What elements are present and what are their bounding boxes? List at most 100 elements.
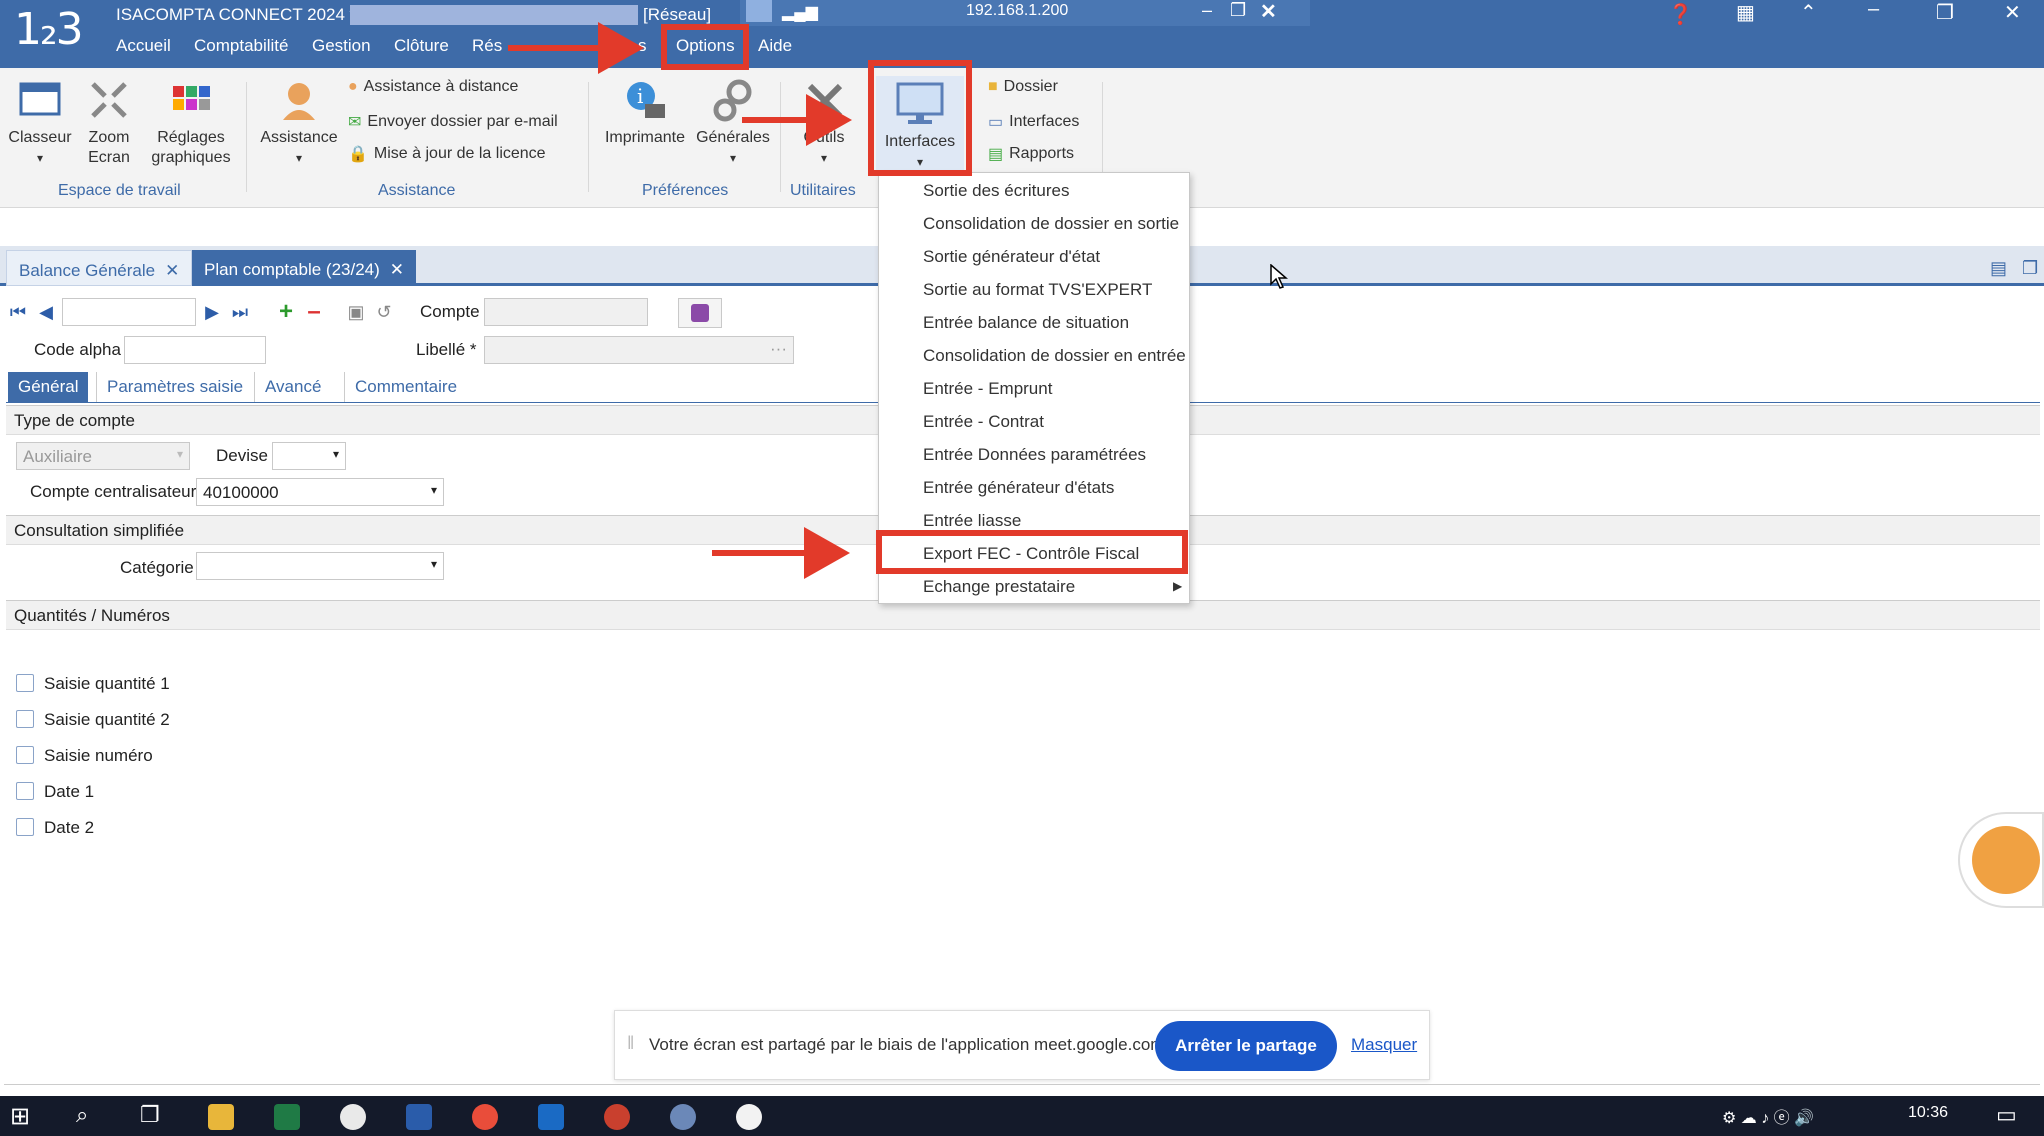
ellipsis-icon[interactable]: ··· xyxy=(770,339,787,359)
group-assistance: Assistance xyxy=(378,182,456,199)
close-remote-icon[interactable]: ✕ xyxy=(1260,0,1277,24)
next-record-button[interactable]: ▶ xyxy=(200,298,224,326)
delete-record-button[interactable]: – xyxy=(302,298,326,326)
mouse-cursor-icon xyxy=(1270,264,1288,289)
imprimante-button[interactable]: i Imprimante xyxy=(600,78,690,148)
menu-item-sortie-ecritures[interactable]: Sortie des écritures xyxy=(923,181,1069,201)
rapports-item[interactable]: ▤ Rapports xyxy=(988,144,1074,164)
tile-icon[interactable]: ▤ xyxy=(1990,258,2007,279)
outlook-icon[interactable] xyxy=(538,1104,564,1130)
checkbox-date-2[interactable] xyxy=(16,818,34,836)
help-icon[interactable]: ❓ xyxy=(1668,2,1693,27)
tab-avance[interactable]: Avancé xyxy=(254,372,331,402)
classeur-button[interactable]: Classeur ▾ xyxy=(6,78,74,168)
restore-icon[interactable]: ❐ xyxy=(1936,0,1954,25)
menu-item-entree-balance[interactable]: Entrée balance de situation xyxy=(923,313,1129,333)
file-explorer-icon[interactable] xyxy=(208,1104,234,1130)
app-icon[interactable] xyxy=(604,1104,630,1130)
menu-item-consolidation-entree[interactable]: Consolidation de dossier en entrée xyxy=(923,346,1186,366)
centralisateur-select[interactable]: 40100000 ▾ xyxy=(196,478,444,506)
cascade-icon[interactable]: ❐ xyxy=(2022,258,2038,279)
dossier-item[interactable]: ■ Dossier xyxy=(988,78,1058,96)
checkbox-saisie-quantite-2[interactable] xyxy=(16,710,34,728)
checkbox-date-1[interactable] xyxy=(16,782,34,800)
undo-icon[interactable]: ↺ xyxy=(372,298,396,326)
system-tray-icons[interactable]: ⚙ ☁ ♪ ⓔ 🔊 xyxy=(1722,1104,1814,1128)
menu-item-sortie-generateur[interactable]: Sortie générateur d'état xyxy=(923,247,1100,267)
minimize-remote-icon[interactable]: – xyxy=(1202,0,1212,21)
close-tab-icon[interactable]: ✕ xyxy=(390,260,404,286)
reglages-graphiques-button[interactable]: Réglages graphiques xyxy=(146,78,236,168)
monitor-small-icon: ▭ xyxy=(988,114,1004,131)
menu-item-entree-generateur[interactable]: Entrée générateur d'états xyxy=(923,478,1114,498)
compte-input[interactable] xyxy=(484,298,648,326)
chevron-down-icon: ▾ xyxy=(332,447,339,461)
menu-item-entree-donnees[interactable]: Entrée Données paramétrées xyxy=(923,445,1146,465)
categorie-select[interactable]: ▾ xyxy=(196,552,444,580)
record-navigator-input[interactable] xyxy=(62,298,196,326)
calculator-icon[interactable]: ▦ xyxy=(1736,0,1755,25)
menu-item-entree-contrat[interactable]: Entrée - Contrat xyxy=(923,412,1044,432)
hide-link[interactable]: Masquer xyxy=(1351,1035,1417,1055)
signal-icon: ▂▄▆ xyxy=(782,4,818,21)
interfaces-small-item[interactable]: ▭ Interfaces xyxy=(988,112,1079,132)
first-record-button[interactable]: ⏮ xyxy=(6,298,30,326)
menu-item-entree-liasse[interactable]: Entrée liasse xyxy=(923,511,1021,531)
menu-aide[interactable]: Aide xyxy=(758,36,792,56)
search-icon[interactable]: ⌕ xyxy=(76,1102,88,1128)
assistant-bubble[interactable] xyxy=(1958,812,2044,908)
notification-icon[interactable]: ▭ xyxy=(1996,1102,2017,1128)
redacted-field xyxy=(350,5,638,25)
menu-gestion[interactable]: Gestion xyxy=(312,36,371,56)
devise-select[interactable]: ▾ xyxy=(272,442,346,470)
menu-item-echange-prestataire[interactable]: Echange prestataire xyxy=(923,577,1075,597)
menu-item-consolidation-sortie[interactable]: Consolidation de dossier en sortie xyxy=(923,214,1179,234)
assistance-distance-item[interactable]: ● Assistance à distance xyxy=(348,78,518,96)
tab-parametres-saisie[interactable]: Paramètres saisie xyxy=(96,372,253,402)
code-alpha-input[interactable] xyxy=(124,336,266,364)
windows-start-icon[interactable]: ⊞ xyxy=(10,1102,30,1131)
word-icon[interactable] xyxy=(406,1104,432,1130)
generales-button[interactable]: Générales ▾ xyxy=(694,78,772,168)
checkbox-saisie-quantite-1[interactable] xyxy=(16,674,34,692)
save-icon[interactable]: ▣ xyxy=(344,298,368,326)
tab-commentaire[interactable]: Commentaire xyxy=(344,372,467,402)
envoyer-dossier-item[interactable]: ✉ Envoyer dossier par e-mail xyxy=(348,112,558,132)
lookup-icon xyxy=(691,304,709,322)
minimize-icon[interactable]: – xyxy=(1868,0,1879,21)
prev-record-button[interactable]: ◀ xyxy=(34,298,58,326)
collapse-ribbon-icon[interactable]: ⌃ xyxy=(1800,0,1817,25)
last-record-button[interactable]: ⏭ xyxy=(228,298,252,326)
zoom-ecran-button[interactable]: Zoom Ecran xyxy=(82,78,136,168)
type-compte-select[interactable]: Auxiliaire ▾ xyxy=(16,442,190,470)
excel-icon[interactable] xyxy=(274,1104,300,1130)
menu-accueil[interactable]: Accueil xyxy=(116,36,171,56)
menu-item-entree-emprunt[interactable]: Entrée - Emprunt xyxy=(923,379,1052,399)
assistance-button[interactable]: Assistance ▾ xyxy=(260,78,338,168)
app-icon[interactable] xyxy=(340,1104,366,1130)
search-account-button[interactable] xyxy=(678,298,722,328)
tab-plan-comptable[interactable]: Plan comptable (23/24) ✕ xyxy=(192,250,417,286)
assistance-icon[interactable] xyxy=(736,1104,762,1130)
chevron-down-icon: ▾ xyxy=(430,483,437,497)
checkbox-saisie-numero[interactable] xyxy=(16,746,34,764)
centralisateur-label: Compte centralisateur xyxy=(30,482,197,501)
isacompta-icon[interactable] xyxy=(670,1104,696,1130)
menu-cloture[interactable]: Clôture xyxy=(394,36,449,56)
menu-comptabilite[interactable]: Comptabilité xyxy=(194,36,289,56)
tab-general[interactable]: Général xyxy=(8,372,89,402)
libelle-input[interactable]: ··· xyxy=(484,336,794,364)
mise-a-jour-licence-item[interactable]: 🔒 Mise à jour de la licence xyxy=(348,144,546,164)
pin-icon[interactable] xyxy=(746,0,772,22)
add-record-button[interactable]: + xyxy=(274,298,298,326)
chrome-icon[interactable] xyxy=(472,1104,498,1130)
drag-handle-icon[interactable]: ‖ xyxy=(627,1033,634,1054)
task-view-icon[interactable]: ❐ xyxy=(140,1102,160,1128)
close-tab-icon[interactable]: ✕ xyxy=(165,261,179,285)
restore-remote-icon[interactable]: ❐ xyxy=(1230,0,1246,21)
tab-balance-generale[interactable]: Balance Générale ✕ xyxy=(6,250,193,286)
menu-item-sortie-tvs-expert[interactable]: Sortie au format TVS'EXPERT xyxy=(923,280,1152,300)
close-icon[interactable]: ✕ xyxy=(2004,0,2021,25)
menu-resultats[interactable]: Rés xyxy=(472,36,502,56)
stop-sharing-button[interactable]: Arrêter le partage xyxy=(1155,1021,1337,1071)
